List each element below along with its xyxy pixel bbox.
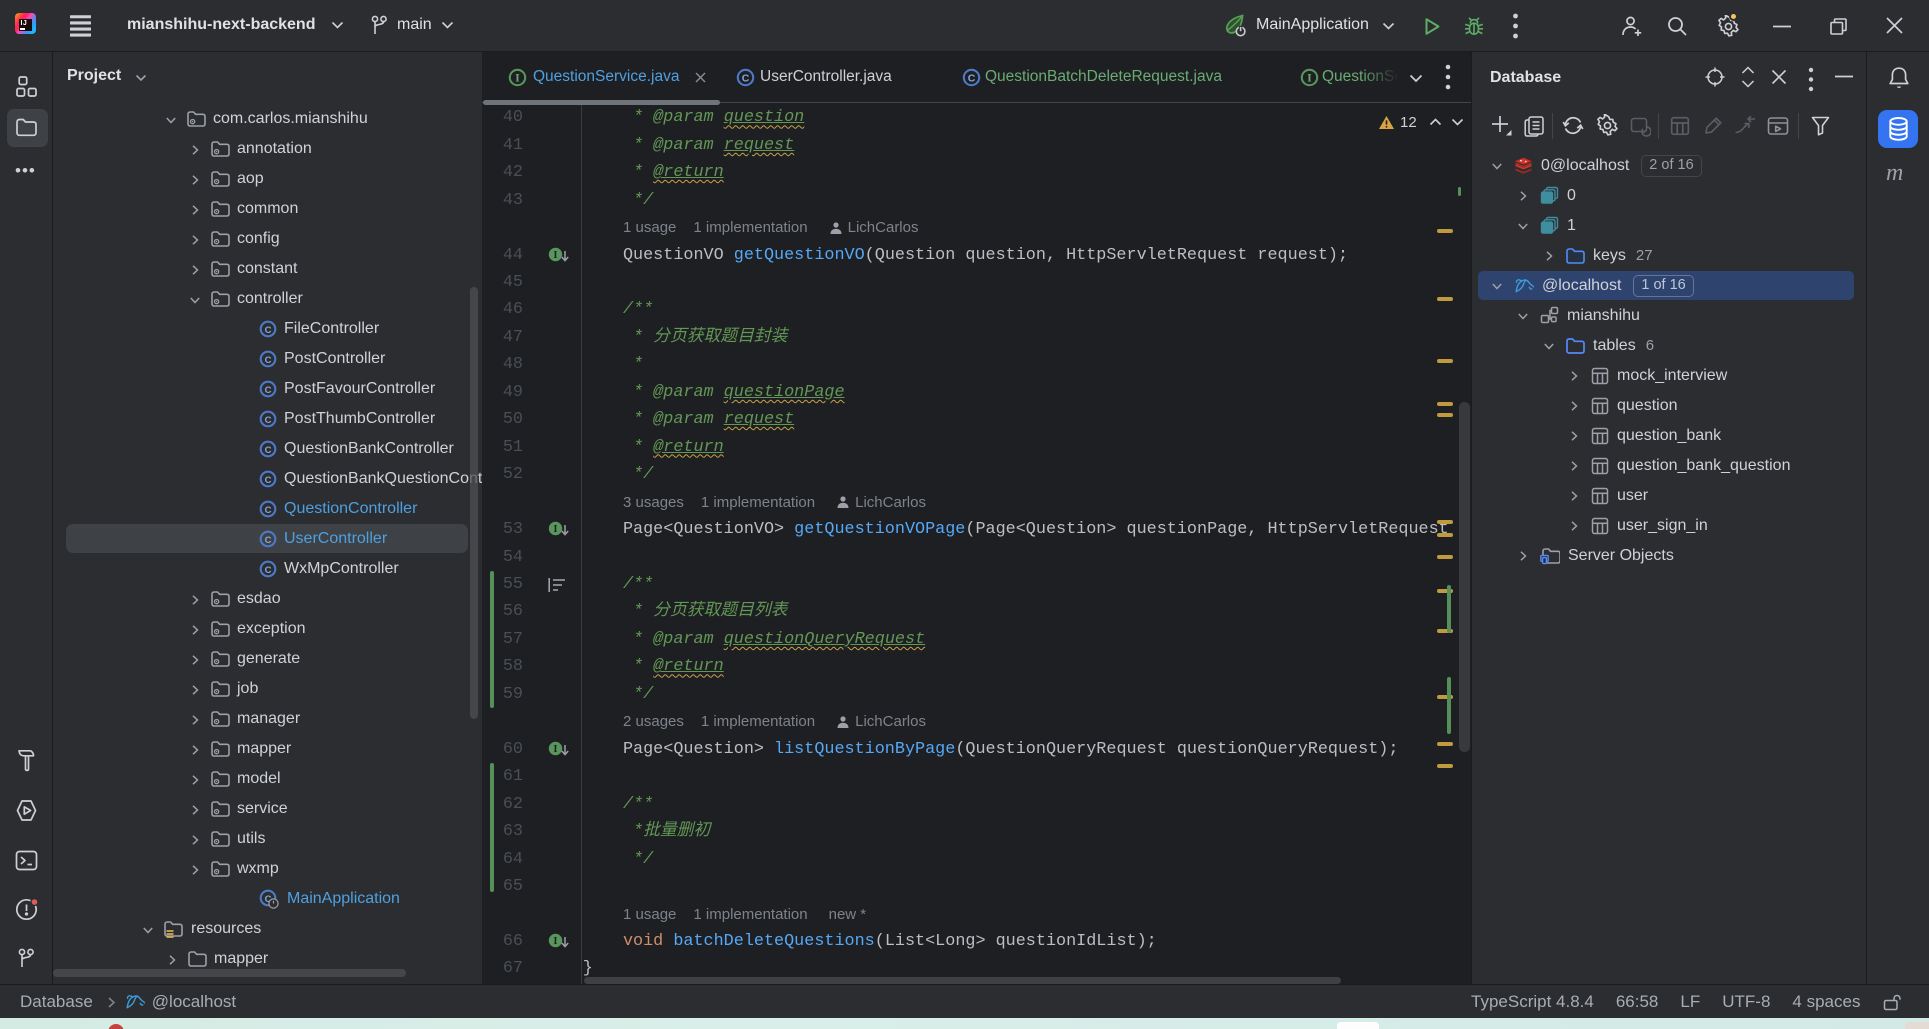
- svg-text:C: C: [265, 475, 272, 486]
- svg-text:C: C: [265, 355, 272, 366]
- svg-text:C: C: [265, 535, 272, 546]
- svg-text:I: I: [554, 936, 558, 947]
- svg-text:I: I: [554, 744, 558, 755]
- svg-text:I: I: [554, 524, 558, 535]
- svg-text:C: C: [742, 73, 750, 85]
- svg-text:C: C: [265, 325, 272, 336]
- svg-text:C: C: [265, 385, 272, 396]
- svg-text:I: I: [515, 71, 520, 85]
- svg-text:C: C: [265, 565, 272, 576]
- svg-text:C: C: [265, 415, 272, 426]
- svg-text:I: I: [554, 250, 558, 261]
- svg-text:C: C: [265, 505, 272, 516]
- svg-text:C: C: [265, 445, 272, 456]
- svg-text:I: I: [1307, 71, 1312, 85]
- svg-text:C: C: [968, 73, 976, 85]
